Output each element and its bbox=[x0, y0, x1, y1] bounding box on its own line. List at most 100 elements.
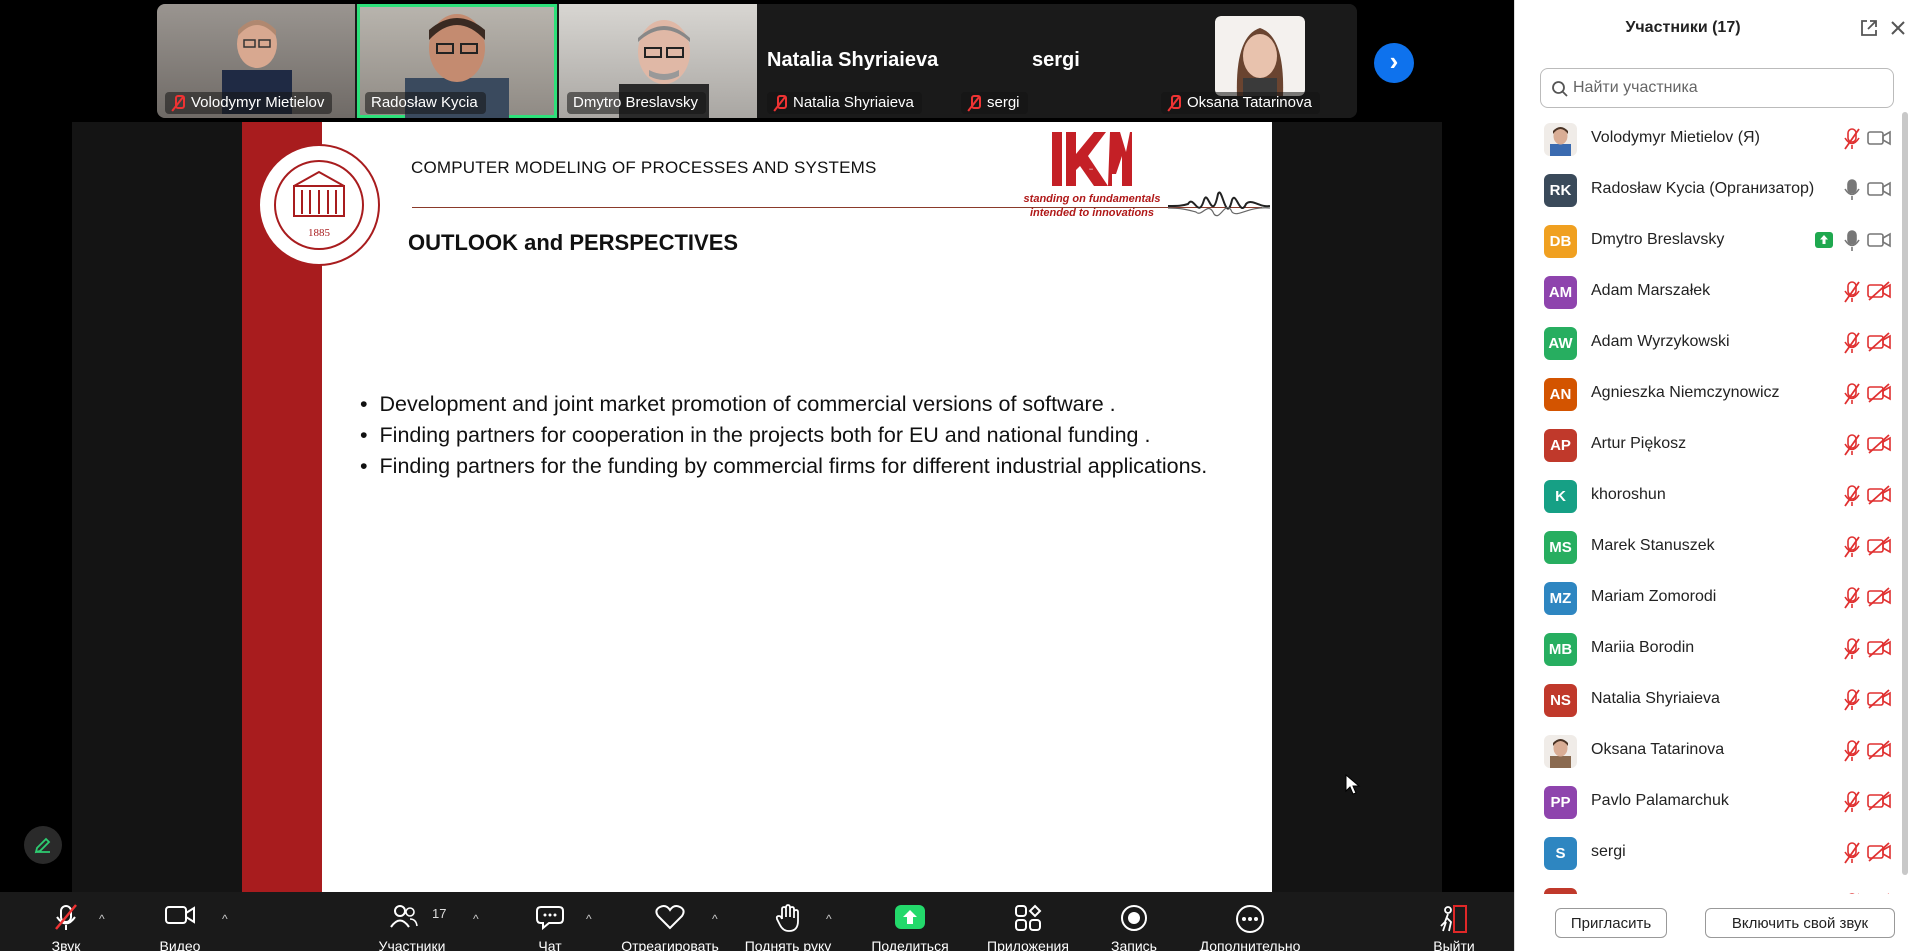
record-icon bbox=[1121, 905, 1147, 931]
mic-icon[interactable] bbox=[1843, 179, 1861, 201]
slide-bullet: • Development and joint market promotion … bbox=[360, 392, 1116, 416]
camera-off-icon[interactable] bbox=[1867, 638, 1891, 658]
participant-row[interactable]: RK Radosław Kycia (Организатор) bbox=[1515, 163, 1897, 214]
mic-muted-icon[interactable] bbox=[1843, 383, 1861, 405]
audio-options-caret[interactable]: ^ bbox=[99, 912, 105, 926]
participant-row[interactable]: AW Adam Wyrzykowski bbox=[1515, 316, 1897, 367]
raise-hand-icon bbox=[775, 904, 799, 932]
mic-icon[interactable] bbox=[1843, 230, 1861, 252]
mic-muted-icon[interactable] bbox=[1843, 587, 1861, 609]
participant-row[interactable]: Ssergi bbox=[1515, 826, 1897, 877]
camera-off-icon[interactable] bbox=[1867, 332, 1891, 352]
waveform-icon bbox=[1168, 191, 1270, 217]
participant-name: sergi bbox=[1591, 843, 1626, 860]
participant-name: Adam Marszałek bbox=[1591, 282, 1711, 299]
unmute-me-button[interactable]: Включить свой звук bbox=[1705, 908, 1895, 938]
participant-name: Agnieszka Niemczynowicz bbox=[1591, 384, 1780, 401]
annotate-button[interactable] bbox=[24, 826, 62, 864]
mic-muted-icon[interactable] bbox=[1843, 536, 1861, 558]
participant-status-icons bbox=[1807, 383, 1897, 405]
mic-muted-icon[interactable] bbox=[1843, 740, 1861, 762]
leave-button[interactable]: Выйти bbox=[1424, 892, 1484, 951]
participant-row[interactable]: PP Pavlo Palamarchuk bbox=[1515, 775, 1897, 826]
mic-muted-icon[interactable] bbox=[1843, 689, 1861, 711]
record-button[interactable]: Запись bbox=[1098, 892, 1170, 951]
mic-muted-icon[interactable] bbox=[1843, 128, 1861, 150]
search-icon bbox=[1552, 81, 1568, 97]
raise-hand-options-caret[interactable]: ^ bbox=[826, 912, 832, 926]
camera-off-icon[interactable] bbox=[1867, 740, 1891, 760]
raise-hand-button[interactable]: Поднять руку bbox=[742, 892, 834, 951]
participant-row[interactable]: Volodymyr Mietielov (Я) bbox=[1515, 112, 1897, 163]
slide-header: COMPUTER MODELING OF PROCESSES AND SYSTE… bbox=[411, 158, 877, 177]
avatar: NS bbox=[1544, 684, 1577, 717]
react-button[interactable]: Отреагировать bbox=[621, 892, 719, 951]
video-tile-volodymyr[interactable]: Volodymyr Mietielov bbox=[157, 4, 355, 118]
participant-name: Artur Piękosz bbox=[1591, 435, 1687, 452]
audio-button[interactable]: Звук bbox=[34, 892, 98, 951]
camera-icon[interactable] bbox=[1867, 128, 1891, 148]
chat-button[interactable]: Чат bbox=[520, 892, 580, 951]
more-button[interactable]: Дополнительно bbox=[1194, 892, 1306, 951]
participant-row[interactable]: MB Mariia Borodin bbox=[1515, 622, 1897, 673]
video-options-caret[interactable]: ^ bbox=[222, 912, 228, 926]
apps-button[interactable]: Приложения bbox=[982, 892, 1074, 951]
mic-muted-icon[interactable] bbox=[1843, 638, 1861, 660]
participant-row[interactable]: DB Dmytro Breslavsky bbox=[1515, 214, 1897, 265]
mic-muted-icon bbox=[773, 95, 787, 111]
react-options-caret[interactable]: ^ bbox=[712, 912, 718, 926]
video-tile-dmytro[interactable]: Dmytro Breslavsky bbox=[559, 4, 757, 118]
participant-name: Natalia Shyriaieva bbox=[1591, 690, 1720, 707]
invite-button[interactable]: Пригласить bbox=[1555, 908, 1667, 938]
video-tile-sergi[interactable]: sergi sergi bbox=[959, 4, 1157, 118]
participants-panel: Участники (17) Volodymyr Mietielov (Я) RK… bbox=[1514, 0, 1910, 951]
mic-muted-icon[interactable] bbox=[1843, 332, 1861, 354]
video-tile-radoslaw[interactable]: Radosław Kycia bbox=[357, 4, 557, 118]
mic-muted-icon[interactable] bbox=[1843, 842, 1861, 864]
slide-bullet: • Finding partners for cooperation in the… bbox=[360, 423, 1151, 447]
participant-row[interactable]: NS Natalia Shyriaieva bbox=[1515, 673, 1897, 724]
pop-out-icon[interactable] bbox=[1859, 18, 1879, 38]
camera-off-icon[interactable] bbox=[1867, 587, 1891, 607]
mic-muted-icon[interactable] bbox=[1843, 791, 1861, 813]
camera-icon[interactable] bbox=[1867, 230, 1891, 250]
ikm-logo-icon: IKM bbox=[1050, 130, 1132, 188]
mic-muted-icon[interactable] bbox=[1843, 281, 1861, 303]
participant-row[interactable]: Kkhoroshun bbox=[1515, 469, 1897, 520]
avatar: MZ bbox=[1544, 582, 1577, 615]
camera-off-icon[interactable] bbox=[1867, 485, 1891, 505]
panel-title: Участники (17) bbox=[1625, 19, 1741, 36]
seal-year: 1885 bbox=[308, 227, 331, 239]
video-tile-natalia[interactable]: Natalia Shyriaieva Natalia Shyriaieva bbox=[759, 4, 957, 118]
participant-row[interactable]: MZ Mariam Zomorodi bbox=[1515, 571, 1897, 622]
camera-icon[interactable] bbox=[1867, 179, 1891, 199]
video-tile-oksana[interactable]: Oksana Tatarinova bbox=[1159, 4, 1357, 118]
participant-row[interactable]: AM Adam Marszałek bbox=[1515, 265, 1897, 316]
participant-search[interactable] bbox=[1540, 68, 1894, 108]
participants-options-caret[interactable]: ^ bbox=[473, 912, 479, 926]
participant-row[interactable]: AN Agnieszka Niemczynowicz bbox=[1515, 367, 1897, 418]
participant-name: Mariia Borodin bbox=[1591, 639, 1695, 656]
camera-off-icon[interactable] bbox=[1867, 536, 1891, 556]
chat-options-caret[interactable]: ^ bbox=[586, 912, 592, 926]
next-videos-button[interactable]: › bbox=[1374, 43, 1414, 83]
close-icon[interactable] bbox=[1887, 17, 1909, 39]
avatar-photo bbox=[1544, 735, 1577, 768]
participant-row[interactable]: AP Artur Piękosz bbox=[1515, 418, 1897, 469]
camera-off-icon[interactable] bbox=[1867, 434, 1891, 454]
camera-off-icon[interactable] bbox=[1867, 281, 1891, 301]
camera-off-icon[interactable] bbox=[1867, 791, 1891, 811]
camera-off-icon[interactable] bbox=[1867, 383, 1891, 403]
participants-button[interactable]: Участники bbox=[370, 892, 454, 951]
participant-row[interactable] bbox=[1515, 877, 1897, 894]
video-button[interactable]: Видео bbox=[148, 892, 212, 951]
mic-muted-icon[interactable] bbox=[1843, 434, 1861, 456]
mic-muted-icon[interactable] bbox=[1843, 485, 1861, 507]
camera-off-icon[interactable] bbox=[1867, 842, 1891, 862]
participants-scrollbar[interactable] bbox=[1902, 112, 1908, 875]
participant-row[interactable]: Oksana Tatarinova bbox=[1515, 724, 1897, 775]
participant-row[interactable]: MS Marek Stanuszek bbox=[1515, 520, 1897, 571]
share-screen-button[interactable]: Поделиться bbox=[864, 892, 956, 951]
camera-off-icon[interactable] bbox=[1867, 689, 1891, 709]
search-input[interactable] bbox=[1573, 75, 1883, 101]
